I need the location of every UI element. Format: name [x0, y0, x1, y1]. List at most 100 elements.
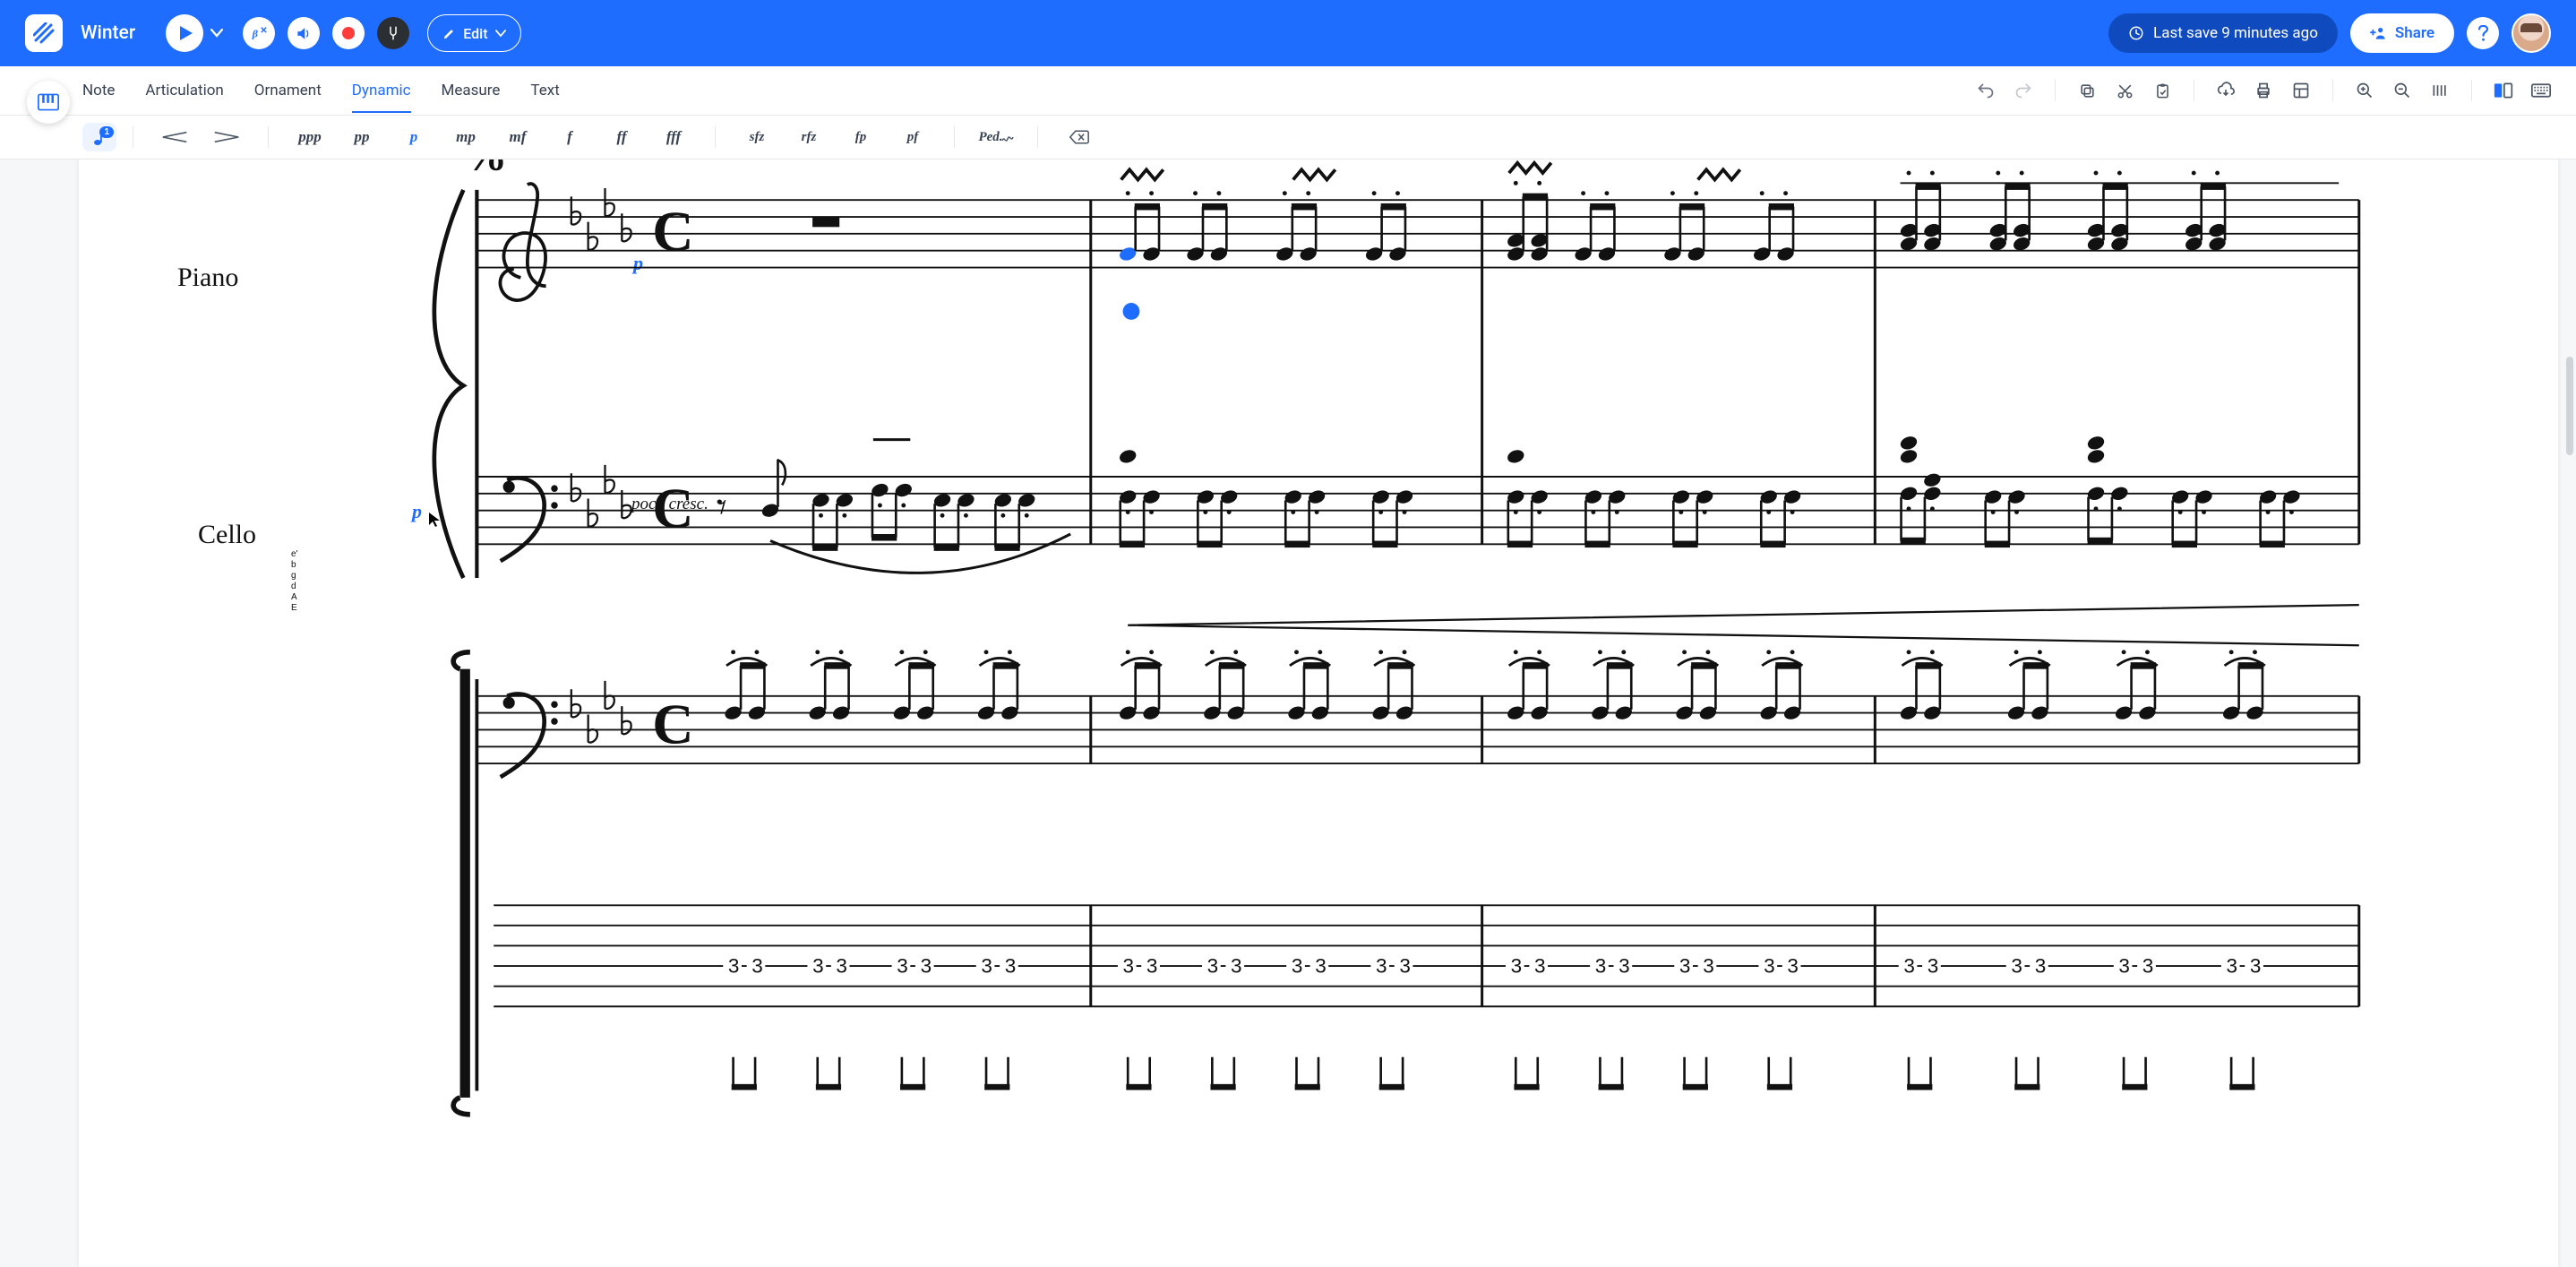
- dynamic-fff[interactable]: fff: [648, 123, 699, 151]
- help-button[interactable]: [2467, 17, 2499, 49]
- dynamic-pp[interactable]: pp: [337, 123, 387, 151]
- svg-text:3: 3: [1207, 955, 1219, 978]
- svg-text:3: 3: [1595, 955, 1607, 978]
- zoom-out-button[interactable]: [2392, 81, 2412, 100]
- concert-pitch-button[interactable]: β: [243, 17, 275, 49]
- svg-text:3: 3: [2250, 955, 2262, 978]
- svg-text:β: β: [252, 28, 258, 40]
- svg-text:3: 3: [1376, 955, 1387, 978]
- svg-text:3: 3: [1787, 955, 1799, 978]
- zoom-out-icon: [2393, 82, 2411, 99]
- crescendo-hairpin-button[interactable]: [150, 123, 200, 151]
- vertical-scrollbar[interactable]: [2566, 357, 2573, 455]
- svg-text:3: 3: [1146, 955, 1158, 978]
- svg-text:3: 3: [1123, 955, 1135, 978]
- svg-text:3: 3: [897, 955, 908, 978]
- dynamic-f[interactable]: f: [545, 123, 595, 151]
- tuning-fork-icon: [385, 25, 401, 41]
- tab-dynamic[interactable]: Dynamic: [352, 69, 411, 112]
- svg-text:3: 3: [836, 955, 847, 978]
- record-button[interactable]: [332, 17, 365, 49]
- speaker-icon: [296, 25, 313, 42]
- svg-text:3: 3: [728, 955, 740, 978]
- download-button[interactable]: [2216, 81, 2236, 100]
- dynamic-mf[interactable]: mf: [493, 123, 543, 151]
- zoom-in-icon: [2356, 82, 2374, 99]
- zoom-in-button[interactable]: [2355, 81, 2374, 100]
- cut-button[interactable]: [2115, 81, 2134, 100]
- tab-measure[interactable]: Measure: [442, 69, 501, 112]
- dynamic-fp[interactable]: fp: [836, 123, 886, 151]
- crescendo-hairpin[interactable]: [1128, 605, 2359, 645]
- svg-text:3: 3: [812, 955, 824, 978]
- redo-button[interactable]: [2014, 81, 2033, 100]
- svg-text:3: 3: [1703, 955, 1714, 978]
- dynamic-p[interactable]: p: [389, 123, 439, 151]
- svg-text:3: 3: [1511, 955, 1523, 978]
- score-canvas: % C C: [79, 159, 2558, 1172]
- layout-button[interactable]: [2291, 81, 2311, 100]
- decrescendo-hairpin-button[interactable]: [202, 123, 252, 151]
- percussion-repeat-mark: %: [463, 159, 507, 179]
- dynamic-mp[interactable]: mp: [441, 123, 491, 151]
- play-options-button[interactable]: [203, 14, 230, 52]
- editor-tabbar: Note Articulation Ornament Dynamic Measu…: [0, 66, 2576, 116]
- app-logo[interactable]: [25, 14, 63, 52]
- keyboard-top-button[interactable]: [2531, 81, 2551, 100]
- svg-text:3: 3: [1315, 955, 1327, 978]
- svg-text:3: 3: [1903, 955, 1915, 978]
- user-avatar[interactable]: [2512, 13, 2551, 53]
- print-button[interactable]: [2254, 81, 2273, 100]
- share-button[interactable]: Share: [2350, 13, 2454, 53]
- save-status[interactable]: Last save 9 minutes ago: [2108, 13, 2338, 53]
- clock-icon: [2128, 25, 2144, 41]
- flat-logo-icon: [33, 22, 55, 44]
- svg-text:C: C: [652, 693, 693, 756]
- tab-note[interactable]: Note: [82, 69, 115, 112]
- play-icon: [179, 25, 193, 41]
- svg-text:3: 3: [751, 955, 763, 978]
- undo-button[interactable]: [1976, 81, 1996, 100]
- dynamic-ppp[interactable]: ppp: [285, 123, 335, 151]
- view-staves-button[interactable]: [2430, 81, 2450, 100]
- parts-button[interactable]: [2494, 81, 2513, 100]
- cloud-download-icon: [2217, 82, 2235, 99]
- dynamic-rfz[interactable]: rfz: [784, 123, 834, 151]
- parts-icon: [2494, 82, 2513, 99]
- clipboard-icon: [2154, 82, 2171, 99]
- copy-button[interactable]: [2077, 81, 2097, 100]
- dynamic-pf[interactable]: pf: [888, 123, 938, 151]
- pedal-button[interactable]: Ped.: [971, 123, 1021, 151]
- mode-button[interactable]: Edit: [427, 14, 520, 52]
- document-title[interactable]: Winter: [81, 22, 135, 44]
- pedal-squiggle-icon: [1001, 132, 1014, 142]
- piano-keys-icon: [38, 93, 59, 111]
- dynamic-sfz[interactable]: sfz: [732, 123, 782, 151]
- svg-text:3: 3: [1679, 955, 1691, 978]
- instruments-panel-button[interactable]: [27, 81, 70, 124]
- score-page[interactable]: Piano Cello p p poco cresc. e' b g d A E: [79, 159, 2558, 1267]
- keyboard-icon: [2531, 83, 2551, 98]
- selection-chip[interactable]: 1: [82, 123, 116, 151]
- svg-text:C: C: [652, 476, 693, 539]
- crescendo-icon: [161, 131, 188, 143]
- whole-rest: [812, 217, 839, 227]
- treble-clef: [500, 184, 545, 300]
- tab-ornament[interactable]: Ornament: [254, 69, 322, 112]
- audio-button[interactable]: [288, 17, 320, 49]
- svg-text:3: 3: [921, 955, 932, 978]
- play-button[interactable]: [166, 14, 203, 52]
- delete-dynamic-button[interactable]: [1054, 123, 1104, 151]
- tuner-button[interactable]: [377, 17, 409, 49]
- svg-text:3: 3: [2142, 955, 2154, 978]
- editor-tabs: Note Articulation Ornament Dynamic Measu…: [82, 69, 560, 112]
- tab-text[interactable]: Text: [530, 69, 559, 112]
- svg-text:3: 3: [2226, 955, 2237, 978]
- paste-button[interactable]: [2152, 81, 2172, 100]
- svg-text:3: 3: [981, 955, 992, 978]
- svg-text:3: 3: [1005, 955, 1017, 978]
- dynamic-ff[interactable]: ff: [597, 123, 647, 151]
- svg-text:3: 3: [1292, 955, 1303, 978]
- tab-articulation[interactable]: Articulation: [145, 69, 223, 112]
- copy-icon: [2079, 82, 2096, 99]
